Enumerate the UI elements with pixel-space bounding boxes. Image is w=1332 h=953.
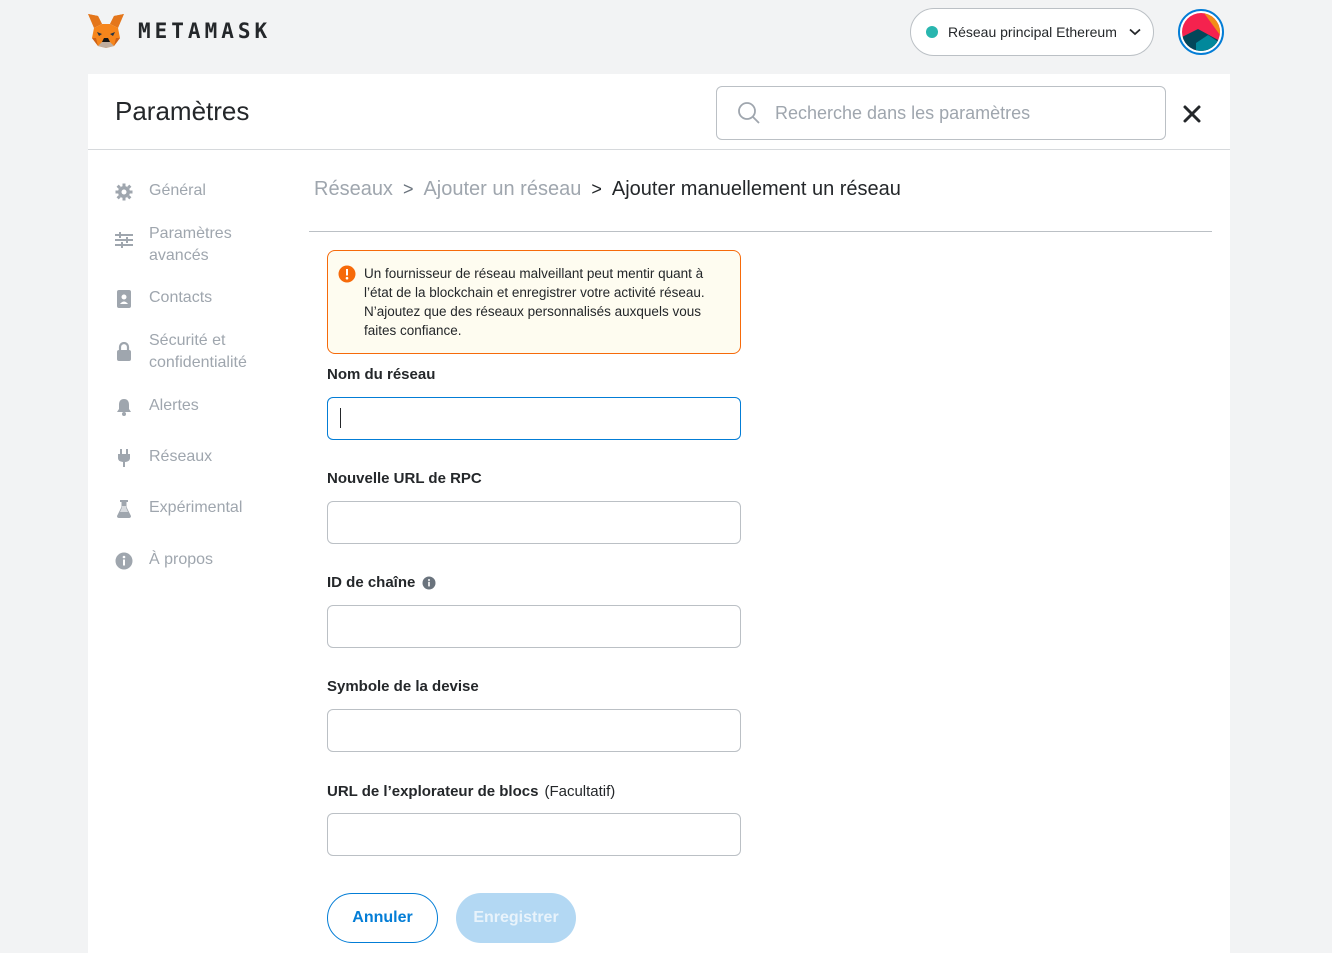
sidebar-item-about[interactable]: À propos [114, 549, 213, 571]
info-circle-icon [114, 551, 134, 571]
breadcrumb-separator: > [591, 179, 602, 199]
bell-icon [114, 397, 134, 417]
sidebar-item-alerts[interactable]: Alertes [114, 395, 199, 417]
sidebar-item-label: Réseaux [149, 448, 213, 465]
identicon-icon [1182, 13, 1220, 51]
warning-text: Un fournisseur de réseau malveillant peu… [364, 266, 705, 338]
explorer-url-label-row: URL de l’explorateur de blocs (Facultati… [327, 783, 615, 800]
close-icon[interactable] [1182, 104, 1202, 124]
currency-symbol-label: Symbole de la devise [327, 678, 479, 695]
network-status-dot [926, 26, 938, 38]
explorer-url-label: URL de l’explorateur de blocs [327, 783, 539, 800]
plug-icon [114, 448, 134, 468]
optional-tag: (Facultatif) [544, 783, 616, 800]
chain-id-input[interactable] [327, 605, 741, 648]
cancel-button[interactable]: Annuler [327, 893, 438, 943]
warning-icon [338, 265, 356, 283]
sidebar-item-label: Paramètres avancés [149, 225, 232, 264]
page-title: Paramètres [115, 96, 250, 126]
sidebar-item-advanced[interactable]: Paramètres avancés [114, 223, 232, 267]
metamask-wordmark: METAMASK [138, 19, 272, 43]
sidebar-item-label: À propos [149, 551, 214, 568]
sidebar-item-label: Expérimental [149, 499, 243, 516]
sidebar-item-contacts[interactable]: Contacts [114, 287, 212, 309]
explorer-url-input[interactable] [327, 813, 741, 856]
breadcrumb-add-network-link[interactable]: Ajouter un réseau [423, 178, 581, 201]
sidebar-item-networks[interactable]: Réseaux [114, 446, 212, 468]
breadcrumb: Réseaux > Ajouter un réseau > Ajouter ma… [314, 178, 901, 201]
sidebar-item-label: Alertes [149, 397, 199, 414]
metamask-logo[interactable]: METAMASK [86, 12, 271, 50]
breadcrumb-separator: > [402, 179, 414, 199]
settings-panel: Paramètres Général Paramètres avancés [88, 74, 1230, 953]
gear-icon [114, 182, 134, 202]
fox-icon [88, 14, 124, 48]
rpc-url-input[interactable] [327, 501, 741, 544]
top-bar: METAMASK Réseau principal Ethereum [0, 0, 1332, 74]
lock-icon [114, 341, 134, 361]
settings-search[interactable] [716, 86, 1166, 140]
address-book-icon [114, 289, 134, 309]
search-input[interactable] [775, 102, 1135, 124]
currency-symbol-input[interactable] [327, 709, 741, 752]
sidebar-item-label: Contacts [149, 289, 213, 306]
sidebar-item-label: Général [149, 182, 206, 199]
breadcrumb-current: Ajouter manuellement un réseau [611, 178, 901, 200]
breadcrumb-networks-link[interactable]: Réseaux [314, 178, 393, 201]
sidebar-item-security[interactable]: Sécurité et confidentialité [114, 330, 247, 374]
network-name-label: Nom du réseau [327, 366, 436, 383]
network-selector[interactable]: Réseau principal Ethereum [910, 8, 1154, 56]
sidebar-item-experimental[interactable]: Expérimental [114, 497, 242, 519]
chevron-down-icon [1129, 28, 1141, 36]
sliders-icon [114, 230, 134, 250]
content-divider [309, 231, 1212, 232]
chain-id-label-row: ID de chaîne [327, 574, 436, 591]
sidebar-item-label: Sécurité et confidentialité [149, 332, 247, 371]
settings-header: Paramètres [88, 74, 1230, 150]
sidebar-item-general[interactable]: Général [114, 180, 206, 202]
warning-banner: Un fournisseur de réseau malveillant peu… [327, 250, 741, 354]
network-name: Réseau principal Ethereum [948, 24, 1117, 40]
chain-id-label: ID de chaîne [327, 574, 416, 591]
rpc-url-label: Nouvelle URL de RPC [327, 470, 482, 487]
flask-icon [114, 499, 134, 519]
save-button[interactable]: Enregistrer [456, 893, 576, 943]
network-name-input[interactable] [327, 397, 741, 440]
account-avatar[interactable] [1178, 9, 1224, 55]
search-icon [738, 102, 760, 124]
text-cursor [340, 408, 341, 428]
info-icon[interactable] [422, 576, 436, 590]
